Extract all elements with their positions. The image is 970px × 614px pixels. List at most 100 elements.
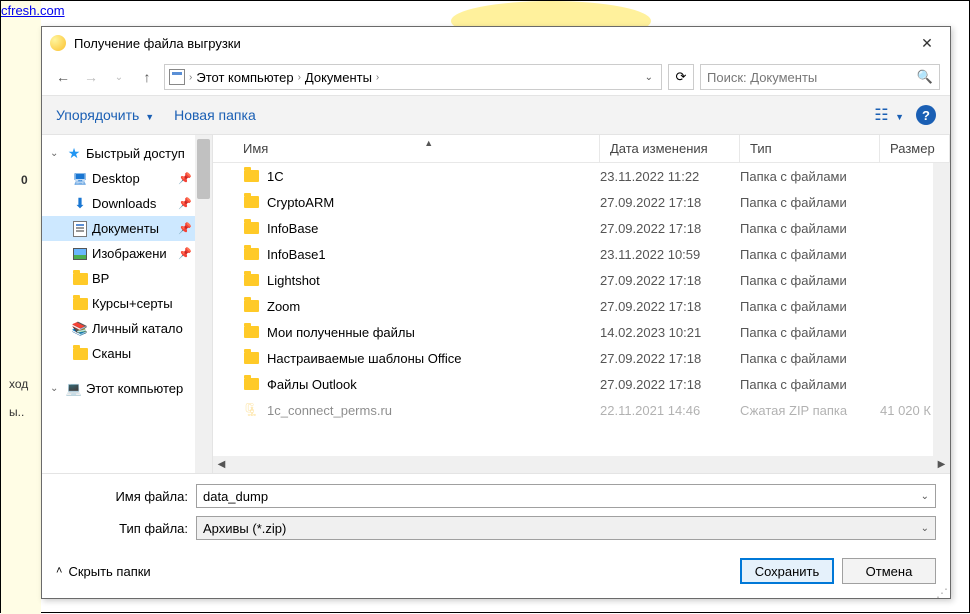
file-row[interactable]: 🗜1c_connect_perms.ru22.11.2021 14:46Сжат… [213, 397, 950, 423]
address-dropdown[interactable]: ⌄ [641, 72, 657, 83]
chevron-right-icon: › [298, 72, 301, 83]
up-button[interactable]: ↑ [136, 66, 158, 88]
tree-documents[interactable]: Документы📌 [42, 216, 212, 241]
folder-icon [244, 274, 259, 286]
save-dialog: Получение файла выгрузки ✕ ← → ⌄ ↑ › Это… [41, 26, 951, 599]
search-placeholder: Поиск: Документы [707, 70, 817, 85]
catalog-icon: 📚 [72, 321, 88, 337]
organize-button[interactable]: Упорядочить ▼ [56, 107, 154, 123]
chevron-down-icon: ▼ [145, 112, 154, 122]
resize-grip[interactable]: ⋰ [936, 590, 948, 596]
tree-catalog[interactable]: 📚Личный катало [42, 316, 212, 341]
hide-folders-button[interactable]: ˄Скрыть папки [56, 564, 151, 579]
vertical-scrollbar[interactable] [933, 163, 950, 456]
bg-link[interactable]: cfresh.com [1, 3, 65, 18]
tree-this-pc[interactable]: ⌄💻Этот компьютер [42, 376, 212, 401]
chevron-right-icon: › [376, 72, 379, 83]
column-headers: Имя▲ Дата изменения Тип Размер [213, 135, 950, 163]
sort-asc-icon: ▲ [424, 138, 433, 148]
folder-icon [73, 273, 88, 285]
filename-input[interactable]: data_dump⌄ [196, 484, 936, 508]
file-row[interactable]: InfoBase27.09.2022 17:18Папка с файлами [213, 215, 950, 241]
nav-bar: ← → ⌄ ↑ › Этот компьютер › Документы › ⌄… [42, 59, 950, 95]
download-icon: ⬇ [72, 196, 88, 212]
folder-icon [73, 298, 88, 310]
col-date[interactable]: Дата изменения [600, 135, 740, 162]
file-list: Имя▲ Дата изменения Тип Размер 1C23.11.2… [212, 135, 950, 473]
location-icon [169, 69, 185, 85]
scroll-left-icon[interactable]: ◀ [213, 459, 230, 470]
breadcrumb-docs[interactable]: Документы [305, 70, 372, 85]
tree-bp[interactable]: BP [42, 266, 212, 291]
recent-dropdown[interactable]: ⌄ [108, 66, 130, 88]
address-bar[interactable]: › Этот компьютер › Документы › ⌄ [164, 64, 662, 90]
image-icon [73, 248, 87, 260]
refresh-button[interactable]: ⟳ [668, 64, 694, 90]
file-row[interactable]: CryptoARM27.09.2022 17:18Папка с файлами [213, 189, 950, 215]
col-name[interactable]: Имя▲ [213, 135, 600, 162]
file-row[interactable]: Lightshot27.09.2022 17:18Папка с файлами [213, 267, 950, 293]
file-row[interactable]: Мои полученные файлы14.02.2023 10:21Папк… [213, 319, 950, 345]
folder-icon [244, 222, 259, 234]
folder-icon [244, 326, 259, 338]
document-icon [73, 221, 87, 237]
view-options-button[interactable]: ☷ ▼ [874, 105, 904, 125]
pin-icon: 📌 [178, 197, 192, 210]
chevron-right-icon: › [189, 72, 192, 83]
chevron-down-icon[interactable]: ⌄ [921, 491, 929, 502]
col-type[interactable]: Тип [740, 135, 880, 162]
breadcrumb-pc[interactable]: Этот компьютер [196, 70, 293, 85]
pin-icon: 📌 [178, 172, 192, 185]
search-input[interactable]: Поиск: Документы 🔍 [700, 64, 940, 90]
pin-icon: 📌 [178, 247, 192, 260]
pc-icon: 💻 [66, 381, 82, 397]
tree-images[interactable]: Изображени📌 [42, 241, 212, 266]
col-size[interactable]: Размер [880, 135, 950, 162]
new-folder-button[interactable]: Новая папка [174, 107, 256, 123]
titlebar: Получение файла выгрузки ✕ [42, 27, 950, 59]
filename-label: Имя файла: [56, 489, 196, 504]
file-row[interactable]: Zoom27.09.2022 17:18Папка с файлами [213, 293, 950, 319]
folder-icon [244, 378, 259, 390]
toolbar: Упорядочить ▼ Новая папка ☷ ▼ ? [42, 95, 950, 135]
bg-text: ход [9, 377, 28, 391]
folder-icon [244, 170, 259, 182]
folder-icon [244, 300, 259, 312]
bg-text: ы.. [9, 405, 24, 419]
bottom-panel: Имя файла: data_dump⌄ Тип файла: Архивы … [42, 473, 950, 598]
desktop-icon: 🖥 [72, 171, 88, 187]
file-row[interactable]: Настраиваемые шаблоны Office27.09.2022 1… [213, 345, 950, 371]
tree-quick-access[interactable]: ⌄★Быстрый доступ [42, 141, 212, 166]
filetype-label: Тип файла: [56, 521, 196, 536]
tree-scrollbar[interactable] [195, 135, 212, 473]
help-button[interactable]: ? [916, 105, 936, 125]
file-row[interactable]: Файлы Outlook27.09.2022 17:18Папка с фай… [213, 371, 950, 397]
chevron-down-icon[interactable]: ⌄ [921, 523, 929, 534]
tree-downloads[interactable]: ⬇Downloads📌 [42, 191, 212, 216]
save-button[interactable]: Сохранить [740, 558, 834, 584]
filetype-select[interactable]: Архивы (*.zip)⌄ [196, 516, 936, 540]
pin-icon: 📌 [178, 222, 192, 235]
file-row[interactable]: 1C23.11.2022 11:22Папка с файлами [213, 163, 950, 189]
cancel-button[interactable]: Отмена [842, 558, 936, 584]
close-button[interactable]: ✕ [912, 35, 942, 52]
folder-icon [73, 348, 88, 360]
folder-icon [244, 352, 259, 364]
forward-button[interactable]: → [80, 66, 102, 88]
folder-icon [244, 196, 259, 208]
window-title: Получение файла выгрузки [74, 36, 912, 51]
search-icon: 🔍 [917, 69, 933, 85]
file-row[interactable]: InfoBase123.11.2022 10:59Папка с файлами [213, 241, 950, 267]
chevron-up-icon: ˄ [56, 565, 62, 577]
tree-courses[interactable]: Курсы+серты [42, 291, 212, 316]
folder-icon [244, 248, 259, 260]
bg-text: 0 [21, 173, 28, 187]
tree-desktop[interactable]: 🖥Desktop📌 [42, 166, 212, 191]
tree-scans[interactable]: Сканы [42, 341, 212, 366]
back-button[interactable]: ← [52, 66, 74, 88]
horizontal-scrollbar[interactable]: ◀ ▶ [213, 456, 950, 473]
app-icon [50, 35, 66, 51]
scroll-right-icon[interactable]: ▶ [933, 459, 950, 470]
star-icon: ★ [66, 146, 82, 162]
nav-tree: ⌄★Быстрый доступ 🖥Desktop📌 ⬇Downloads📌 Д… [42, 135, 212, 473]
